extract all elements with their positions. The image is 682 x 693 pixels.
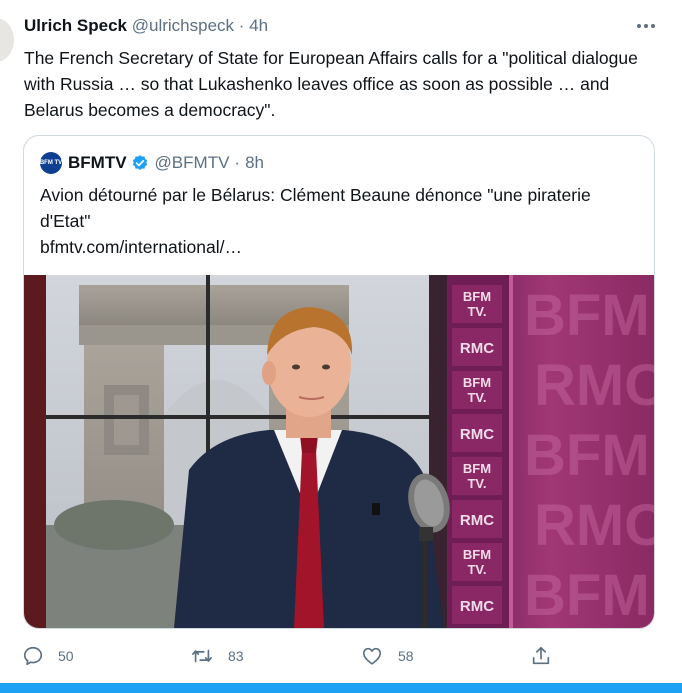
- like-button[interactable]: 58: [360, 645, 414, 667]
- meta-separator: ·: [238, 16, 245, 35]
- backdrop-big-text: RMC: [534, 353, 654, 418]
- backdrop-big-text: RMC: [534, 493, 654, 558]
- quoted-avatar: BFM TV: [40, 152, 62, 174]
- author-avatar[interactable]: [0, 18, 14, 62]
- tweet-text: The French Secretary of State for Europe…: [24, 48, 638, 120]
- backdrop-big-text: BFM: [524, 283, 650, 348]
- action-bar: 50 83 58: [0, 645, 682, 673]
- quoted-text: Avion détourné par le Bélarus: Clément B…: [40, 185, 591, 231]
- share-button[interactable]: [530, 645, 566, 667]
- backdrop-tile-text: RMC: [460, 512, 494, 529]
- retweet-icon: [192, 649, 212, 663]
- like-icon: [362, 647, 382, 665]
- retweet-count: 83: [228, 648, 244, 664]
- share-icon: [532, 646, 550, 665]
- backdrop-tile-text: RMC: [460, 340, 494, 357]
- verified-icon: [131, 154, 149, 172]
- quoted-tweet-card[interactable]: BFM TV BFMTV @BFMTV · 8h Avion détourné …: [23, 135, 655, 629]
- retweet-button[interactable]: 83: [190, 645, 244, 667]
- reply-count: 50: [58, 648, 74, 664]
- quoted-text-block: Avion détourné par le Bélarus: Clément B…: [40, 182, 640, 260]
- media-photo: BFMTV.RMCBFMTV.RMCBFMTV.RMCBFMTV.RMC BFM…: [24, 275, 654, 628]
- backdrop-tile-text: BFM: [463, 375, 491, 390]
- tweet-header: Ulrich Speck @ulrichspeck · 4h: [24, 16, 662, 40]
- backdrop-tile-text: TV.: [467, 562, 486, 577]
- quoted-separator: ·: [234, 153, 241, 172]
- author-name[interactable]: Ulrich Speck: [24, 16, 127, 35]
- more-icon: [637, 24, 655, 28]
- quoted-handle: @BFMTV: [154, 153, 230, 172]
- backdrop-tile-text: TV.: [467, 390, 486, 405]
- backdrop-big-text: BFM: [524, 423, 650, 488]
- quoted-link[interactable]: bfmtv.com/international/…: [40, 234, 640, 260]
- backdrop-tile-text: BFM: [463, 547, 491, 562]
- reply-icon: [23, 646, 43, 666]
- quoted-media-image[interactable]: BFM TV. RMC BFM TV. RMC BFM TV. RMC BFM TV. RMC BFM…: [24, 275, 654, 628]
- backdrop-tile-text: RMC: [460, 598, 494, 615]
- author-handle[interactable]: @ulrichspeck: [132, 16, 234, 35]
- backdrop-tile-text: BFM: [463, 461, 491, 476]
- quoted-header: BFM TV BFMTV @BFMTV · 8h: [40, 152, 264, 174]
- quoted-name: BFMTV: [68, 153, 127, 172]
- backdrop-tile-text: TV.: [467, 304, 486, 319]
- more-button[interactable]: [634, 18, 658, 34]
- quoted-time: 8h: [245, 153, 265, 172]
- backdrop-big-text: BFM: [524, 563, 650, 628]
- like-count: 58: [398, 648, 414, 664]
- tweet-time[interactable]: 4h: [249, 16, 268, 35]
- backdrop-tile-text: RMC: [460, 426, 494, 443]
- backdrop-tile-text: TV.: [467, 476, 486, 491]
- accent-bar: [0, 683, 682, 693]
- backdrop-big-letters: BFMRMCBFMRMCBFM: [524, 283, 654, 628]
- backdrop-tile-text: BFM: [463, 289, 491, 304]
- reply-button[interactable]: 50: [22, 645, 74, 667]
